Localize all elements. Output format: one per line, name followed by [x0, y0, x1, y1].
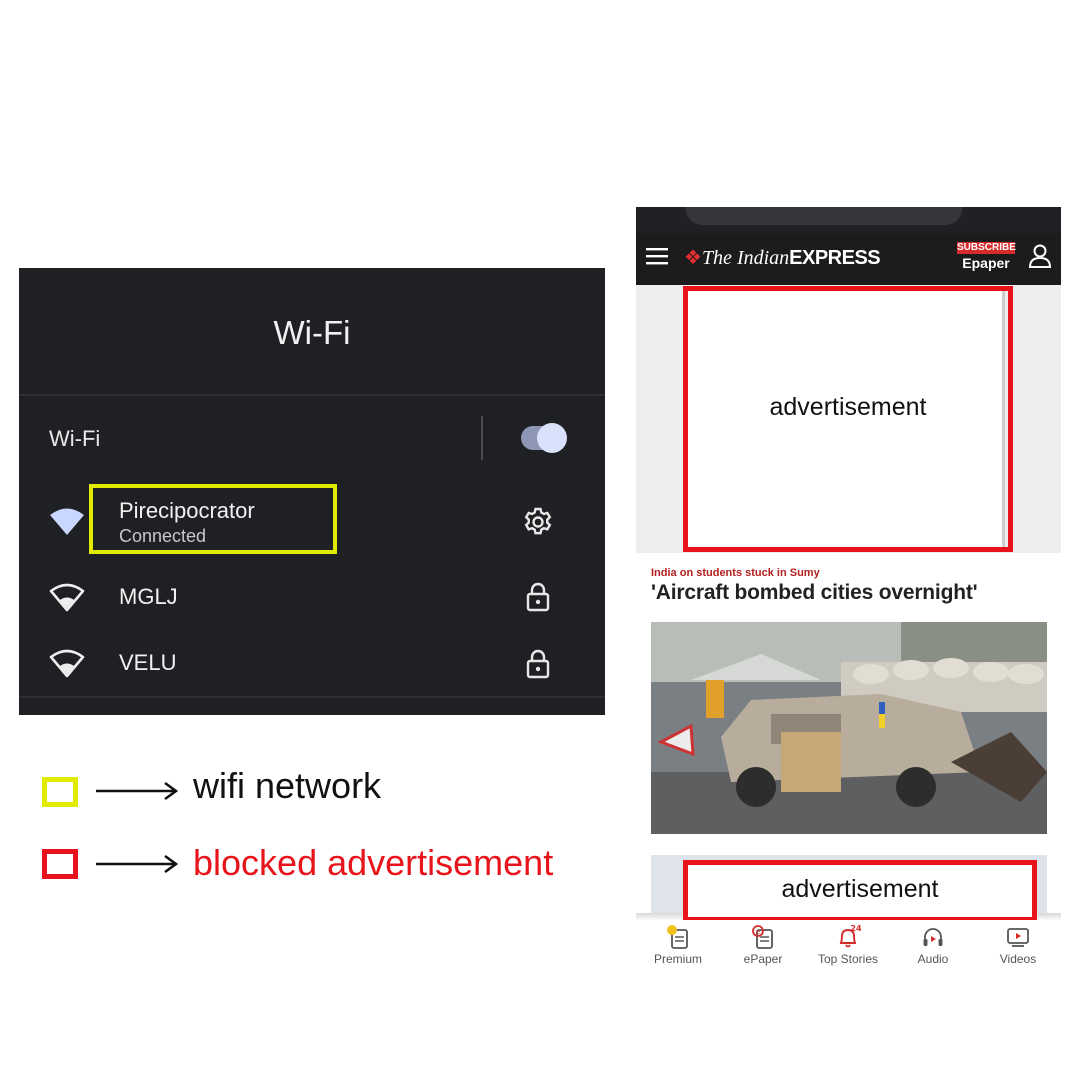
nav-item-premium[interactable]: Premium	[638, 920, 718, 972]
logo-text: The Indian	[701, 247, 790, 269]
nav-label: ePaper	[743, 952, 783, 966]
nav-item-top-stories[interactable]: 24 Top Stories	[808, 920, 888, 972]
bell-icon: 24	[839, 924, 861, 948]
site-header: ❖The IndianEXPRESS SUBSCRIBE Epaper	[636, 233, 1061, 285]
toggle-knob[interactable]	[537, 423, 567, 453]
divider	[19, 394, 605, 396]
logo-mark-icon: ❖	[684, 247, 702, 269]
wifi-toggle-label: Wi-Fi	[49, 426, 101, 451]
page-title: Wi-Fi	[273, 314, 351, 351]
divider	[19, 696, 605, 698]
nav-item-videos[interactable]: Videos	[978, 920, 1058, 972]
divider	[481, 416, 483, 460]
epaper-link[interactable]: Epaper	[957, 255, 1015, 271]
arrow-right-icon	[96, 781, 178, 801]
menu-icon[interactable]	[646, 247, 668, 265]
headphones-icon	[923, 928, 943, 946]
svg-text:24: 24	[850, 924, 861, 933]
wifi-settings-panel: Wi-Fi Wi-Fi Pirecipocrator Connected MGL…	[19, 268, 605, 715]
gear-icon[interactable]	[522, 506, 554, 538]
arrow-right-icon	[96, 854, 178, 874]
legend-swatch-red	[42, 849, 78, 879]
news-photo[interactable]	[651, 622, 1047, 834]
legend-label: wifi network	[193, 765, 382, 806]
nav-item-epaper[interactable]: e ePaper	[723, 920, 803, 972]
article-kicker[interactable]: India on students stuck in Sumy	[651, 567, 820, 579]
ad-placeholder-text: advertisement	[781, 875, 939, 903]
user-icon[interactable]	[1028, 243, 1052, 269]
lock-icon	[526, 582, 550, 612]
nav-item-audio[interactable]: Audio	[893, 920, 973, 972]
svg-text:e: e	[756, 928, 760, 936]
network-name: MGLJ	[119, 584, 178, 609]
url-bar[interactable]	[686, 207, 962, 225]
browser-bar	[636, 207, 1061, 233]
article-headline[interactable]: 'Aircraft bombed cities overnight'	[651, 581, 978, 605]
wifi-network-highlight	[89, 484, 337, 554]
lock-icon	[526, 649, 550, 679]
nav-label: Audio	[917, 952, 949, 966]
nav-label: Premium	[653, 952, 702, 966]
ad-placeholder-text: advertisement	[769, 393, 927, 421]
wifi-outline-icon	[49, 583, 85, 612]
bottom-nav: Premium e ePaper 24 Top Stories Audio Vi…	[636, 920, 1061, 972]
legend-swatch-yellow	[42, 777, 78, 807]
wifi-outline-icon	[49, 649, 85, 678]
nav-label: Videos	[999, 952, 1037, 966]
logo-text: EXPRESS	[789, 247, 881, 269]
video-icon	[1007, 928, 1029, 947]
premium-icon	[667, 925, 688, 949]
nav-label: Top Stories	[817, 952, 879, 966]
subscribe-badge[interactable]: SUBSCRIBE	[957, 242, 1016, 254]
legend-label: blocked advertisement	[193, 842, 554, 883]
site-logo[interactable]: ❖The IndianEXPRESS	[684, 245, 881, 273]
phone-screen: ❖The IndianEXPRESS SUBSCRIBE Epaper ADVE…	[636, 207, 1061, 972]
epaper-icon: e	[752, 925, 773, 949]
network-name: VELU	[119, 650, 177, 675]
wifi-full-icon	[50, 508, 84, 535]
